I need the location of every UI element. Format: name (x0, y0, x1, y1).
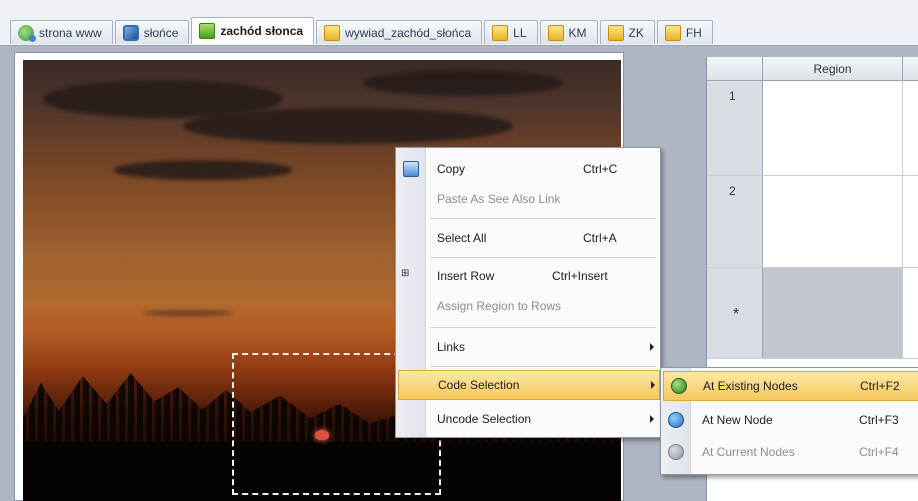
table-row[interactable]: 2 (707, 176, 918, 268)
menu-item-insert-row[interactable]: ⊞ Insert Row Ctrl+Insert (396, 261, 660, 291)
tab-label: zachód słonca (220, 24, 304, 38)
cloud (183, 108, 513, 144)
menu-item-label: Paste As See Also Link (437, 192, 561, 206)
menu-separator (430, 327, 656, 328)
grid-corner[interactable] (707, 57, 763, 81)
tab-wywiad[interactable]: wywiad_zachód_słońca (316, 20, 483, 44)
tab-strona-www[interactable]: strona www (10, 20, 113, 44)
menu-item-uncode-selection[interactable]: Uncode Selection (396, 404, 660, 434)
folder-icon (547, 24, 564, 41)
menu-item-select-all[interactable]: Select All Ctrl+A (396, 223, 660, 253)
new-row-marker[interactable]: * (707, 268, 763, 358)
menu-separator (430, 366, 656, 367)
tab-label: wywiad_zachód_słońca (345, 25, 472, 40)
cloud (113, 160, 293, 180)
menu-item-shortcut: Ctrl+A (583, 231, 617, 245)
row-number[interactable]: 1 (707, 81, 763, 175)
document-tab-strip: strona www słońce zachód słonca wywiad_z… (0, 0, 918, 46)
menu-item-shortcut: Ctrl+C (583, 162, 618, 176)
menu-item-label: Copy (437, 162, 466, 176)
existing-nodes-icon (671, 378, 687, 394)
chevron-right-icon (650, 415, 654, 423)
folder-icon (492, 24, 509, 41)
insert-row-icon: ⊞ (401, 268, 410, 279)
menu-item-copy[interactable]: Copy Ctrl+C (396, 154, 660, 184)
tab-ll[interactable]: LL (484, 20, 538, 44)
menu-item-shortcut: Ctrl+F4 (859, 445, 899, 459)
menu-item-shortcut: Ctrl+Insert (552, 269, 608, 283)
menu-item-shortcut: Ctrl+F3 (859, 413, 899, 427)
picture-icon (122, 24, 139, 41)
context-menu: Copy Ctrl+C Paste As See Also Link Selec… (395, 147, 661, 438)
menu-separator (430, 257, 656, 258)
table-row[interactable]: 1 (707, 81, 918, 176)
menu-item-code-selection[interactable]: Code Selection (398, 370, 660, 400)
menu-item-links[interactable]: Links (396, 332, 660, 362)
menu-item-label: Select All (437, 231, 487, 245)
tab-label: słońce (143, 25, 179, 40)
current-nodes-icon (668, 444, 684, 460)
menu-item-paste-see-also-link[interactable]: Paste As See Also Link (396, 184, 660, 214)
cloud (143, 310, 233, 316)
new-row-cell[interactable] (763, 268, 903, 358)
region-cell[interactable] (763, 81, 903, 175)
folder-icon (324, 24, 341, 41)
region-cell[interactable] (763, 176, 903, 267)
tab-label: FH (685, 25, 702, 40)
folder-icon (607, 24, 624, 41)
chevron-right-icon (651, 381, 655, 389)
tab-slonce[interactable]: słońce (114, 20, 190, 44)
column-header-region[interactable]: Region (763, 57, 903, 81)
web-page-icon (18, 24, 36, 42)
submenu-item-at-current-nodes[interactable]: At Current Nodes Ctrl+F4 (661, 437, 918, 467)
tab-zk[interactable]: ZK (599, 20, 655, 44)
menu-item-label: Insert Row (437, 269, 495, 283)
document-icon (199, 23, 216, 39)
submenu-item-at-new-node[interactable]: At New Node Ctrl+F3 (661, 405, 918, 435)
menu-item-assign-region[interactable]: Assign Region to Rows (396, 291, 660, 321)
submenu-item-at-existing-nodes[interactable]: At Existing Nodes Ctrl+F2 (663, 371, 918, 401)
tab-label: LL (513, 25, 527, 40)
tab-km[interactable]: KM (539, 20, 598, 44)
grid-header: Region (707, 57, 918, 81)
menu-item-shortcut: Ctrl+F2 (860, 379, 900, 393)
new-row[interactable]: * (707, 268, 918, 359)
tab-label: KM (568, 25, 587, 40)
folder-icon (664, 24, 681, 41)
tab-label: ZK (628, 25, 644, 40)
menu-item-label: Uncode Selection (437, 412, 532, 426)
tabs: strona www słońce zachód słonca wywiad_z… (10, 17, 715, 44)
code-selection-submenu: At Existing Nodes Ctrl+F2 At New Node Ct… (660, 367, 918, 475)
menu-item-label: Assign Region to Rows (437, 299, 562, 313)
menu-item-label: Links (437, 340, 466, 354)
menu-item-label: At Existing Nodes (703, 379, 798, 393)
tab-label: strona www (39, 25, 102, 40)
new-node-icon (668, 412, 684, 428)
menu-item-label: Code Selection (438, 378, 520, 392)
menu-separator (430, 218, 656, 219)
cloud (363, 70, 563, 96)
menu-item-label: At Current Nodes (702, 445, 795, 459)
tab-zachod-slonca[interactable]: zachód słonca (191, 17, 315, 44)
copy-icon (403, 161, 419, 177)
row-number[interactable]: 2 (707, 176, 763, 267)
menu-item-label: At New Node (702, 413, 773, 427)
tab-fh[interactable]: FH (656, 20, 713, 44)
chevron-right-icon (650, 343, 654, 351)
